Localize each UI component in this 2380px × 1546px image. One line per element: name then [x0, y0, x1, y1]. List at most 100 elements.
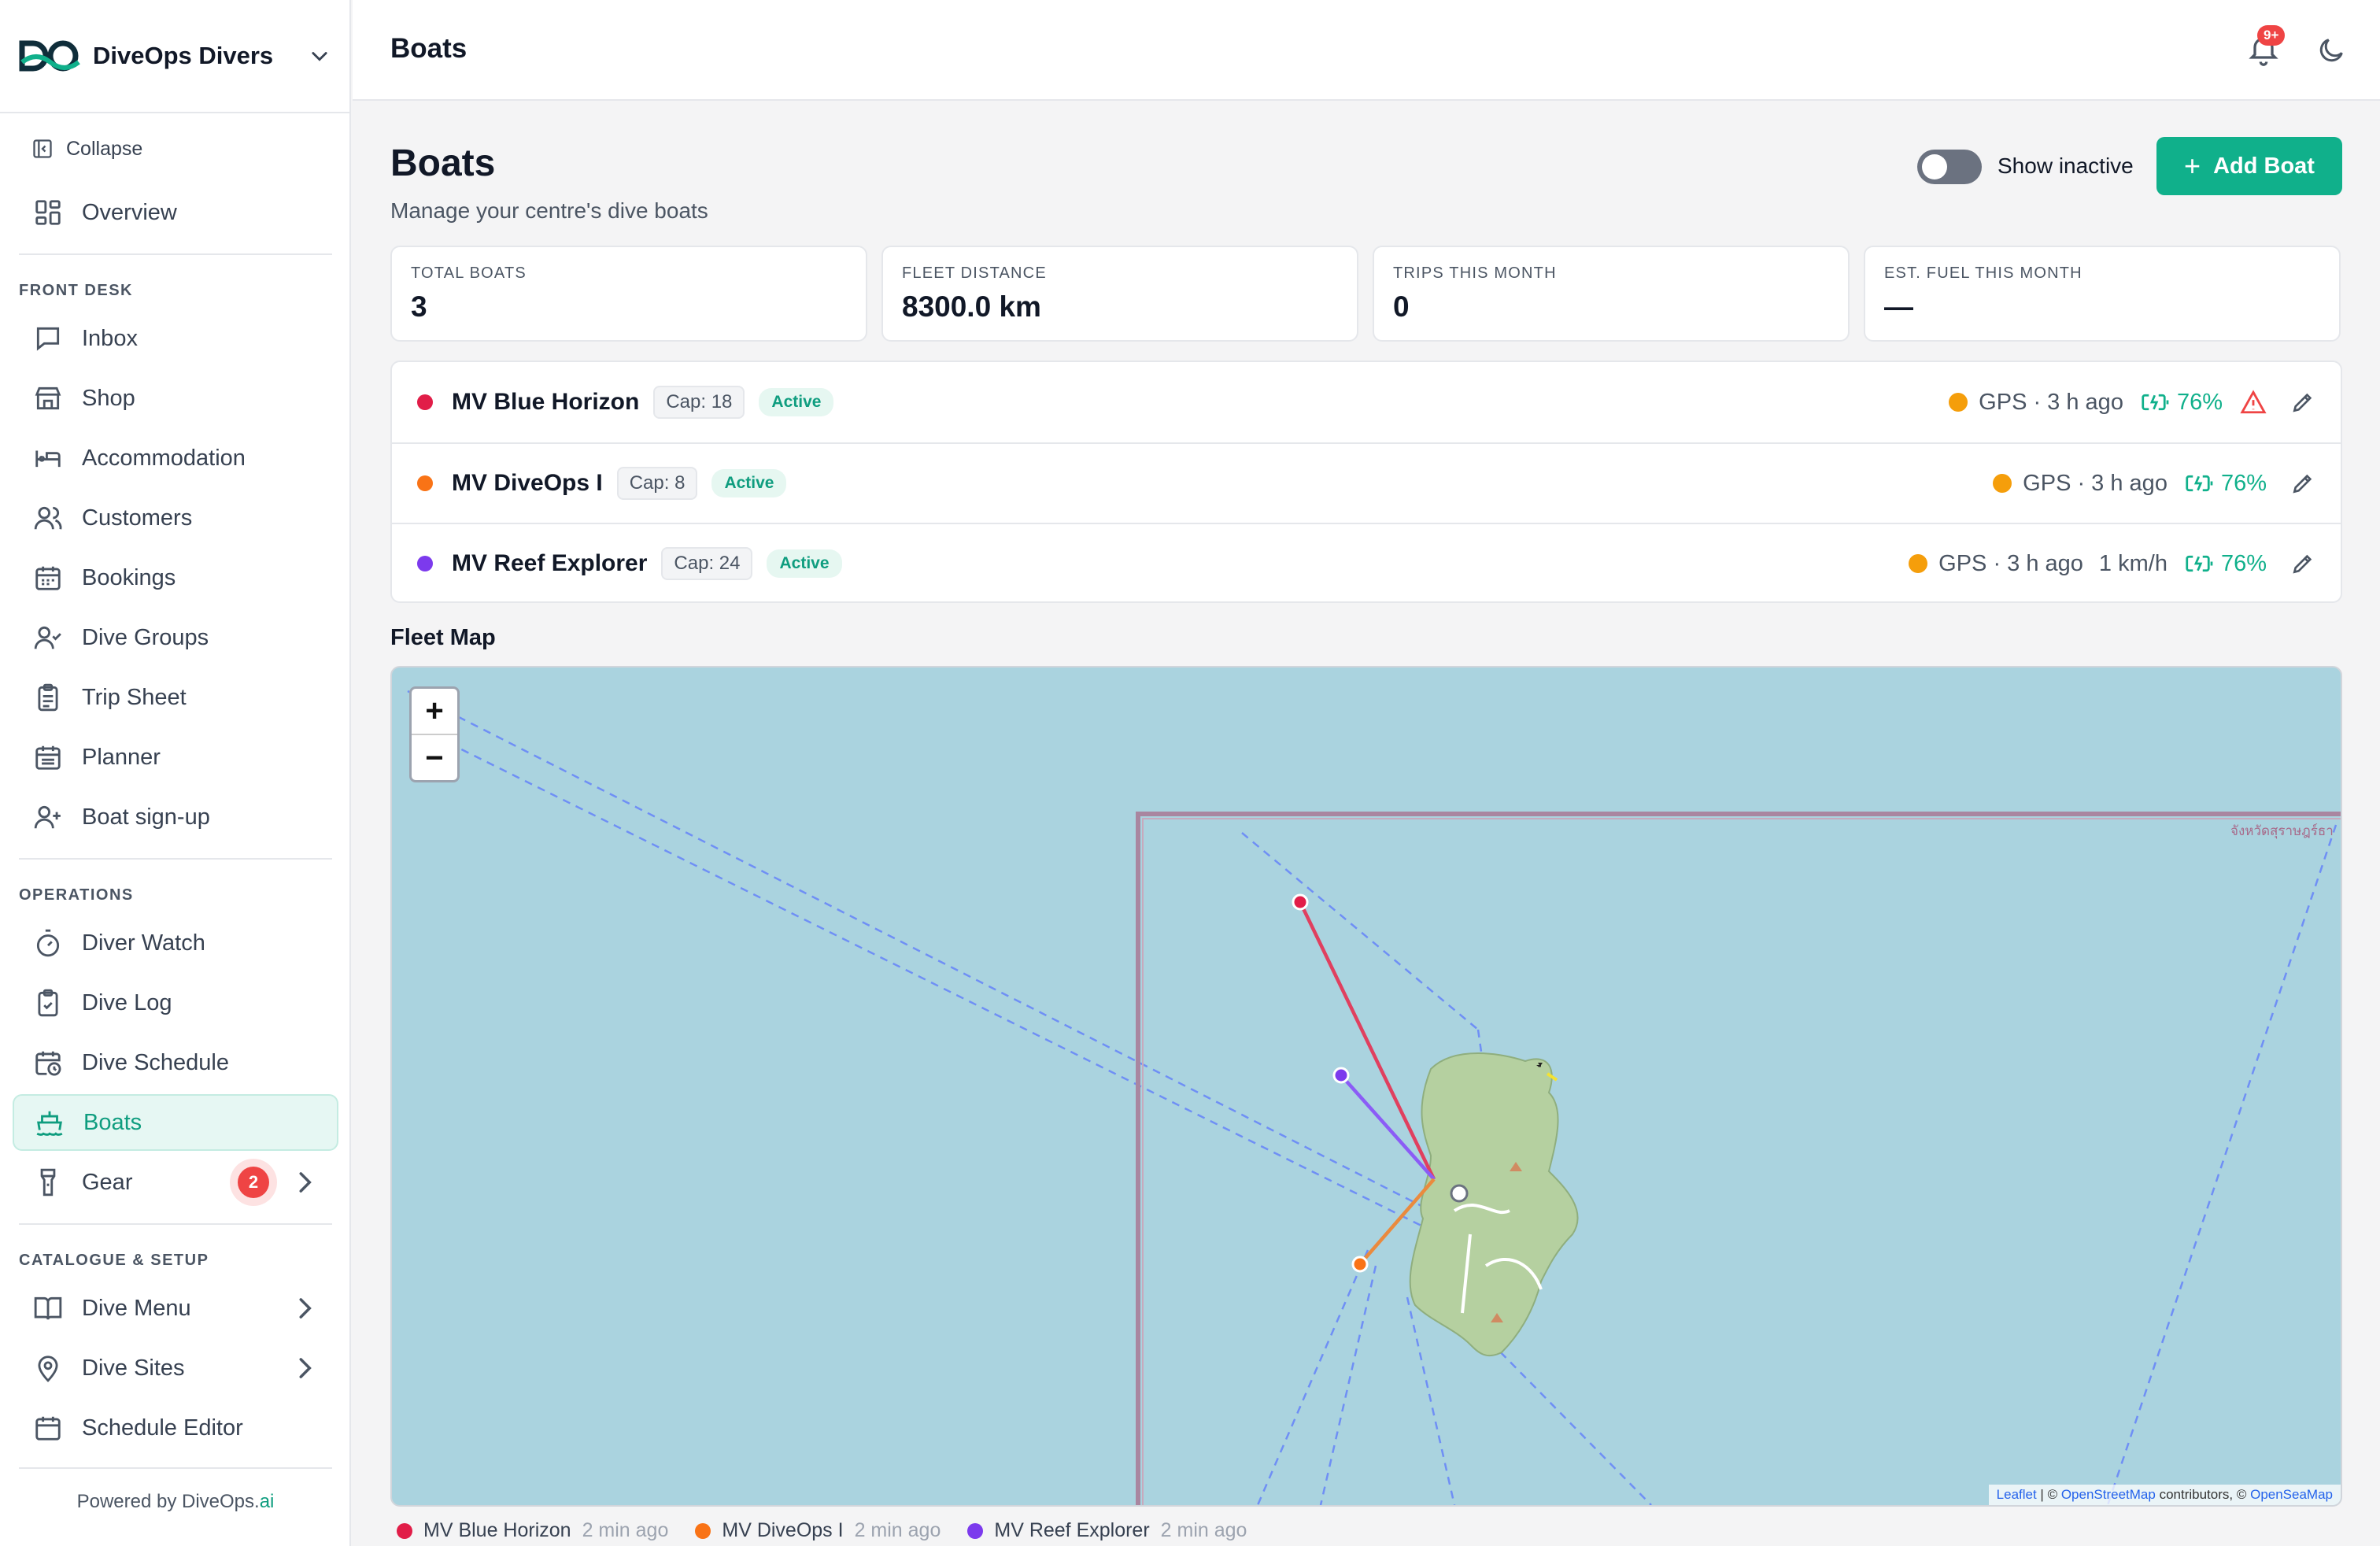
- sidebar-item-bookings[interactable]: Bookings: [13, 549, 338, 606]
- pencil-icon[interactable]: [2290, 471, 2315, 496]
- sidebar-item-overview[interactable]: Overview: [13, 184, 338, 241]
- attribution-separator: | ©: [2036, 1487, 2061, 1502]
- openstreetmap-link[interactable]: OpenStreetMap: [2061, 1487, 2156, 1502]
- map-canvas[interactable]: [392, 668, 2341, 1505]
- user-check-icon: [34, 626, 61, 649]
- calendar-icon: [35, 566, 61, 590]
- sidebar-item-label: Inbox: [82, 325, 138, 351]
- warning-triangle-icon: [2240, 390, 2267, 414]
- stat-value: 3: [411, 290, 427, 323]
- gear-count-badge: 2: [238, 1167, 269, 1198]
- sidebar-item-dive-menu[interactable]: Dive Menu: [13, 1280, 338, 1337]
- gps-status-dot: [1949, 393, 1968, 412]
- sidebar-item-label: Bookings: [82, 564, 176, 590]
- sidebar-item-label: Dive Schedule: [82, 1049, 229, 1075]
- brand-switcher[interactable]: DiveOps Divers: [0, 0, 349, 113]
- sidebar-item-dive-groups[interactable]: Dive Groups: [13, 609, 338, 666]
- sidebar-item-label: Gear: [82, 1169, 133, 1195]
- sidebar-item-schedule-editor[interactable]: Schedule Editor: [13, 1400, 338, 1456]
- sidebar-item-diver-watch[interactable]: Diver Watch: [13, 915, 338, 971]
- sidebar-item-label: Schedule Editor: [82, 1415, 243, 1441]
- boat-list: MV Blue Horizon Cap: 18 Active GPS · 3 h…: [390, 361, 2342, 603]
- battery-level: 76%: [2220, 550, 2267, 576]
- page-subtitle: Manage your centre's dive boats: [390, 198, 708, 223]
- chevron-right-icon: [299, 1358, 312, 1378]
- boat-name: MV DiveOps I: [452, 470, 603, 496]
- sidebar-item-label: Customers: [82, 505, 193, 531]
- battery: 76%: [2185, 551, 2267, 577]
- user-plus-icon: [34, 805, 61, 829]
- battery-charging-icon: [2142, 394, 2169, 411]
- sidebar-divider: [19, 253, 332, 255]
- sidebar-item-accommodation[interactable]: Accommodation: [13, 430, 338, 486]
- show-inactive-toggle[interactable]: [1917, 150, 1982, 184]
- zoom-out-button[interactable]: −: [412, 735, 457, 782]
- legend-boat-name: MV Blue Horizon: [423, 1519, 571, 1541]
- sidebar-item-shop[interactable]: Shop: [13, 370, 338, 427]
- brand-name: DiveOps Divers: [93, 42, 274, 69]
- zoom-in-button[interactable]: +: [412, 689, 457, 735]
- calendar-clock-icon: [35, 1051, 61, 1076]
- battery-level: 76%: [2220, 470, 2267, 496]
- sidebar-item-gear[interactable]: Gear 2: [13, 1154, 338, 1211]
- sidebar-item-trip-sheet[interactable]: Trip Sheet: [13, 669, 338, 726]
- gps-status-dot: [1993, 474, 2012, 493]
- fleet-map[interactable]: + − จังหวัดสุราษฎร์ธา Leaflet | © OpenSt…: [390, 666, 2342, 1507]
- sidebar-item-label: Diver Watch: [82, 930, 205, 956]
- legend-color-dot: [397, 1522, 412, 1539]
- collapse-button[interactable]: Collapse: [0, 113, 349, 184]
- pencil-icon[interactable]: [2290, 390, 2315, 415]
- sidebar-item-customers[interactable]: Customers: [13, 490, 338, 546]
- stat-card-total-boats: TOTAL BOATS 3: [390, 246, 867, 342]
- map-pin-icon: [38, 1356, 58, 1382]
- legend-boat-name: MV Reef Explorer: [994, 1519, 1150, 1541]
- battery-level: 76%: [2176, 389, 2223, 415]
- stat-label: FLEET DISTANCE: [902, 264, 1047, 282]
- boat-row[interactable]: MV DiveOps I Cap: 8 Active GPS · 3 h ago…: [392, 442, 2341, 523]
- gps-text: GPS · 3 h ago: [2023, 470, 2168, 496]
- section-title-catalogue: CATALOGUE & SETUP: [19, 1252, 209, 1269]
- boat-row[interactable]: MV Blue Horizon Cap: 18 Active GPS · 3 h…: [392, 362, 2341, 442]
- ship-icon: [36, 1111, 63, 1136]
- speed-text: 1 km/h: [2098, 550, 2168, 576]
- chevron-right-icon: [299, 1172, 312, 1193]
- legend-item: MV Reef Explorer 2 min ago: [967, 1519, 1247, 1542]
- sidebar-item-label: Dive Groups: [82, 624, 209, 650]
- capacity-badge: Cap: 18: [653, 386, 745, 419]
- openseamap-link[interactable]: OpenSeaMap: [2250, 1487, 2333, 1502]
- show-inactive-label: Show inactive: [1998, 153, 2134, 178]
- pencil-icon[interactable]: [2290, 551, 2315, 576]
- leaflet-link[interactable]: Leaflet: [1997, 1487, 2037, 1502]
- map-attribution: Leaflet | © OpenStreetMap contributors, …: [1988, 1485, 2341, 1505]
- map-legend: MV Blue Horizon 2 min ago MV DiveOps I 2…: [397, 1519, 1273, 1542]
- legend-item: MV Blue Horizon 2 min ago: [397, 1519, 668, 1542]
- calendar-days-icon: [35, 745, 61, 770]
- moon-icon[interactable]: [2315, 35, 2347, 66]
- sidebar-item-boat-signup[interactable]: Boat sign-up: [13, 789, 338, 845]
- sidebar-item-planner[interactable]: Planner: [13, 729, 338, 786]
- sidebar-item-dive-sites[interactable]: Dive Sites: [13, 1340, 338, 1396]
- boat-telemetry: GPS · 3 h ago 76%: [1993, 471, 2315, 497]
- powered-by-ai: ai: [259, 1491, 275, 1512]
- stat-card-est-fuel: EST. FUEL THIS MONTH —: [1864, 246, 2341, 342]
- province-label: จังหวัดสุราษฎร์ธา: [2230, 823, 2334, 838]
- boat-telemetry: GPS · 3 h ago 1 km/h 76%: [1909, 551, 2315, 577]
- gps-status-dot: [1909, 554, 1928, 573]
- add-boat-button[interactable]: + Add Boat: [2156, 137, 2342, 195]
- notifications-badge: 9+: [2257, 25, 2286, 46]
- boat-row[interactable]: MV Reef Explorer Cap: 24 Active GPS · 3 …: [392, 523, 2341, 603]
- sidebar-item-label: Accommodation: [82, 445, 246, 471]
- chevron-right-icon: [299, 1298, 312, 1319]
- boat-color-dot: [417, 475, 433, 491]
- sidebar-item-boats[interactable]: Boats: [13, 1094, 338, 1151]
- gps-text: GPS · 3 h ago: [1938, 550, 2083, 576]
- sidebar-item-dive-log[interactable]: Dive Log: [13, 975, 338, 1031]
- sidebar-item-dive-schedule[interactable]: Dive Schedule: [13, 1034, 338, 1091]
- legend-color-dot: [695, 1522, 711, 1539]
- legend-boat-name: MV DiveOps I: [722, 1519, 844, 1541]
- sidebar-item-inbox[interactable]: Inbox: [13, 310, 338, 367]
- powered-by: Powered by DiveOps.ai: [0, 1491, 351, 1513]
- legend-time: 2 min ago: [582, 1519, 669, 1541]
- powered-by-text: Powered by DiveOps.: [76, 1491, 260, 1512]
- chat-icon: [36, 327, 60, 351]
